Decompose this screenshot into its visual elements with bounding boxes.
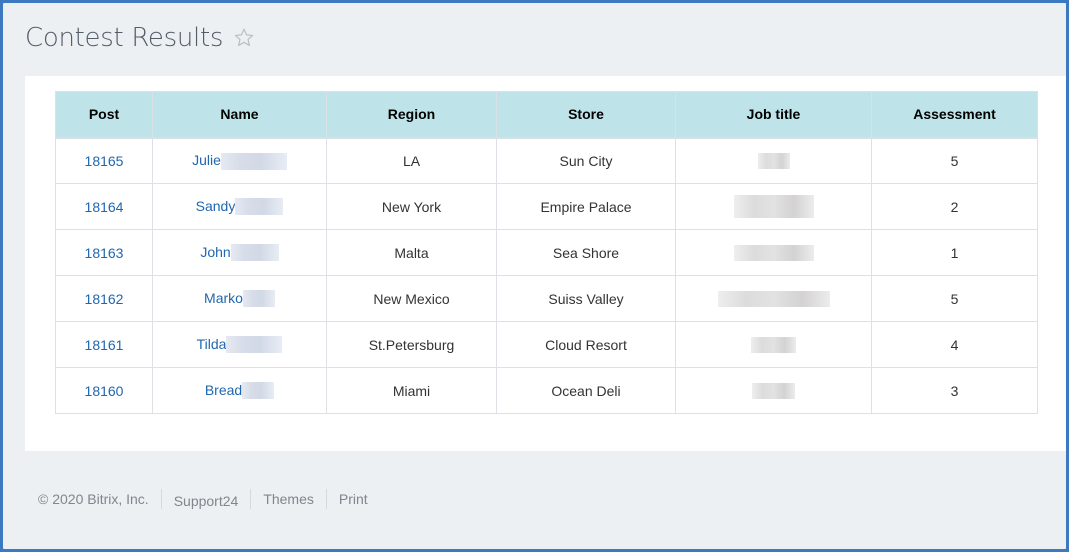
name-cell[interactable]: Tilda [152, 321, 327, 368]
table-row: 18165 Julie LA Sun City 5 [55, 137, 1038, 184]
column-header-store[interactable]: Store [496, 91, 676, 139]
redacted-job-title [717, 291, 830, 308]
table-row: 18163 John Malta Sea Shore 1 [55, 229, 1038, 276]
results-table: Post Name Region Store Job title Assessm… [55, 91, 1038, 414]
region-cell: Miami [326, 367, 497, 414]
app-window: Contest Results Post Name Region Store J… [0, 0, 1069, 552]
assessment-cell: 1 [871, 229, 1038, 276]
column-header-region[interactable]: Region [326, 91, 497, 139]
job-title-cell [675, 275, 872, 322]
column-header-name[interactable]: Name [152, 91, 327, 139]
assessment-cell: 5 [871, 137, 1038, 184]
name-cell[interactable]: John [152, 229, 327, 276]
assessment-cell: 2 [871, 183, 1038, 230]
table-row: 18161 Tilda St.Petersburg Cloud Resort 4 [55, 321, 1038, 368]
redacted-job-title [757, 153, 790, 170]
region-cell: New York [326, 183, 497, 230]
print-link[interactable]: Print [339, 491, 368, 507]
store-cell: Cloud Resort [496, 321, 676, 368]
footer-divider [250, 489, 252, 509]
redacted-job-title [733, 245, 814, 262]
table-header-row: Post Name Region Store Job title Assessm… [55, 91, 1038, 139]
job-title-cell [675, 183, 872, 230]
job-title-cell [675, 367, 872, 414]
redacted-surname [230, 244, 279, 262]
region-cell: Malta [326, 229, 497, 276]
page-title: Contest Results [25, 23, 224, 53]
redacted-job-title [733, 195, 814, 218]
job-title-cell [675, 229, 872, 276]
themes-link[interactable]: Themes [263, 491, 314, 507]
store-cell: Ocean Deli [496, 367, 676, 414]
job-title-cell [675, 321, 872, 368]
region-cell: New Mexico [326, 275, 497, 322]
post-link[interactable]: 18165 [55, 137, 153, 184]
store-cell: Suiss Valley [496, 275, 676, 322]
post-link[interactable]: 18161 [55, 321, 153, 368]
name-link[interactable]: Julie [192, 152, 221, 168]
redacted-surname [242, 382, 275, 400]
region-cell: St.Petersburg [326, 321, 497, 368]
footer-divider [325, 489, 327, 509]
assessment-cell: 3 [871, 367, 1038, 414]
post-link[interactable]: 18160 [55, 367, 153, 414]
name-cell[interactable]: Bread [152, 367, 327, 414]
post-link[interactable]: 18163 [55, 229, 153, 276]
star-icon[interactable] [233, 27, 255, 49]
content-panel: Post Name Region Store Job title Assessm… [25, 76, 1066, 451]
name-link[interactable]: Marko [204, 290, 243, 306]
title-row: Contest Results [25, 23, 255, 53]
redacted-job-title [751, 337, 796, 354]
region-cell: LA [326, 137, 497, 184]
name-cell[interactable]: Julie [152, 137, 327, 184]
redacted-surname [220, 152, 287, 170]
store-cell: Sun City [496, 137, 676, 184]
column-header-assessment[interactable]: Assessment [871, 91, 1038, 139]
job-title-cell [675, 137, 872, 184]
name-link[interactable]: John [200, 244, 230, 260]
redacted-surname [226, 336, 283, 354]
name-cell[interactable]: Marko [152, 275, 327, 322]
footer: © 2020 Bitrix, Inc. Support24 Themes Pri… [38, 489, 368, 509]
assessment-cell: 5 [871, 275, 1038, 322]
support24-link[interactable]: Support24 [174, 493, 239, 509]
post-link[interactable]: 18164 [55, 183, 153, 230]
table-row: 18162 Marko New Mexico Suiss Valley 5 [55, 275, 1038, 322]
table-row: 18160 Bread Miami Ocean Deli 3 [55, 367, 1038, 414]
copyright-text: © 2020 Bitrix, Inc. [38, 491, 149, 507]
name-link[interactable]: Bread [205, 382, 242, 398]
table-row: 18164 Sandy New York Empire Palace 2 [55, 183, 1038, 230]
name-cell[interactable]: Sandy [152, 183, 327, 230]
redacted-surname [235, 198, 284, 216]
redacted-surname [242, 290, 275, 308]
store-cell: Sea Shore [496, 229, 676, 276]
name-link[interactable]: Sandy [196, 198, 236, 214]
post-link[interactable]: 18162 [55, 275, 153, 322]
name-link[interactable]: Tilda [197, 336, 227, 352]
redacted-job-title [752, 383, 795, 400]
store-cell: Empire Palace [496, 183, 676, 230]
column-header-post[interactable]: Post [55, 91, 153, 139]
column-header-job-title[interactable]: Job title [675, 91, 872, 139]
assessment-cell: 4 [871, 321, 1038, 368]
footer-divider [160, 489, 162, 509]
